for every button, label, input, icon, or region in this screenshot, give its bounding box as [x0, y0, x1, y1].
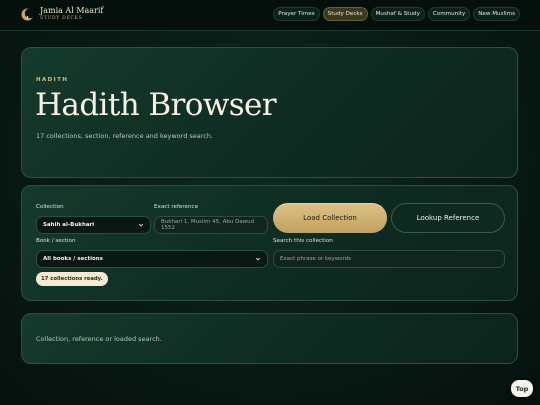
nav-study-decks[interactable]: Study Decks — [322, 7, 368, 21]
hero-subtitle: 17 collections, section, reference and k… — [36, 132, 214, 140]
crescent-logo-icon — [21, 8, 35, 21]
book-section-select[interactable]: All books / sections — [36, 250, 268, 268]
book-section-label: Book / section — [36, 238, 76, 244]
collection-select[interactable]: Sahih al-Bukhari — [36, 216, 151, 234]
chevron-down-icon — [255, 257, 261, 261]
hero-eyebrow: HADITH — [36, 77, 69, 83]
top-bar: Jamia Al Maarif STUDY DECKS Prayer Times… — [0, 0, 540, 31]
book-section-select-value: All books / sections — [43, 256, 103, 262]
collection-select-value: Sahih al-Bukhari — [43, 222, 95, 228]
brand-name: Jamia Al Maarif — [40, 6, 104, 16]
reference-label: Exact reference — [154, 204, 199, 210]
nav-prayer-times[interactable]: Prayer Times — [273, 7, 320, 21]
nav-new-muslims[interactable]: New Muslims — [473, 7, 520, 21]
page-title: Hadith Browser — [35, 87, 277, 123]
main-nav: Prayer Times Study Decks Mushaf & Study … — [273, 7, 520, 21]
results-placeholder-text: Collection, reference or loaded search. — [36, 335, 162, 343]
reference-input-placeholder: Bukhari 1, Muslim 45, Abu Dawud 1552 — [161, 219, 255, 231]
nav-community[interactable]: Community — [427, 7, 471, 21]
results-panel: Collection, reference or loaded search. — [21, 313, 518, 364]
search-form-panel: Collection Sahih al-Bukhari Exact refere… — [21, 185, 518, 301]
chevron-down-icon — [138, 223, 144, 227]
search-input[interactable]: Exact phrase or keywords — [273, 250, 505, 268]
status-badge: 17 collections ready. — [36, 272, 108, 286]
reference-input[interactable]: Bukhari 1, Muslim 45, Abu Dawud 1552 — [154, 216, 268, 234]
nav-mushaf-study[interactable]: Mushaf & Study — [370, 7, 425, 21]
brand-subtitle: STUDY DECKS — [40, 16, 83, 22]
scroll-top-button[interactable]: Top — [511, 380, 533, 397]
collection-label: Collection — [36, 204, 64, 210]
search-input-placeholder: Exact phrase or keywords — [280, 256, 352, 262]
load-collection-button[interactable]: Load Collection — [273, 203, 387, 233]
lookup-reference-button[interactable]: Lookup Reference — [391, 203, 505, 233]
search-collection-label: Search this collection — [273, 238, 333, 244]
hero-panel: HADITH Hadith Browser 17 collections, se… — [21, 47, 518, 178]
brand[interactable]: Jamia Al Maarif STUDY DECKS — [20, 7, 103, 22]
